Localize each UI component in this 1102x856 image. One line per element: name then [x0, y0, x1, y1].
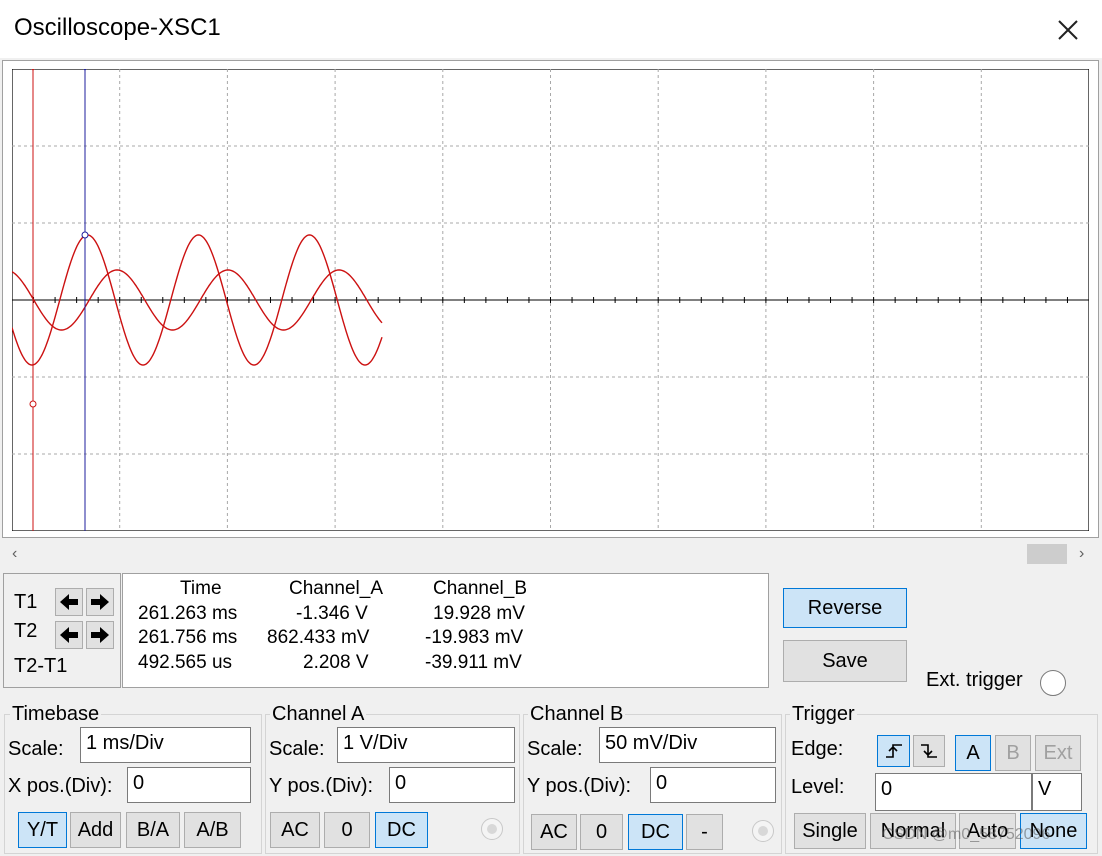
readout-t2-channel-b: -19.983 mV: [425, 627, 524, 648]
close-icon[interactable]: [1050, 12, 1086, 48]
trigger-source-b-button[interactable]: B: [995, 735, 1031, 771]
t2-left-button[interactable]: [55, 621, 83, 649]
mode-yt-button[interactable]: Y/T: [18, 812, 67, 848]
trigger-title: Trigger: [790, 703, 857, 726]
ext-trigger-label: Ext. trigger: [926, 669, 1023, 691]
channel-a-dc-button[interactable]: DC: [375, 812, 428, 848]
window-title: Oscilloscope-XSC1: [14, 14, 221, 41]
mode-ab-button[interactable]: A/B: [184, 812, 241, 848]
channel-b-scale-field[interactable]: 50 mV/Div: [599, 727, 776, 763]
watermark: CSDN @m0_58752096: [882, 826, 1051, 843]
channel-a-terminal: [481, 818, 503, 840]
readout-diff-channel-b: -39.911 mV: [425, 652, 522, 673]
channel-a-scale-label: Scale:: [269, 738, 325, 760]
arrow-right-icon: [91, 594, 109, 610]
trigger-edge-label: Edge:: [791, 738, 844, 760]
channel-a-ypos-label: Y pos.(Div):: [269, 775, 374, 797]
timebase-xpos-label: X pos.(Div):: [8, 775, 113, 797]
channel-a-title: Channel A: [270, 703, 367, 726]
channel-a-zero-button[interactable]: 0: [324, 812, 370, 848]
channel-b-ypos-label: Y pos.(Div):: [527, 775, 632, 797]
arrow-right-icon: [91, 627, 109, 643]
trigger-source-ext-button[interactable]: Ext: [1035, 735, 1081, 771]
readout-t1-channel-a: -1.346 V: [296, 603, 368, 624]
trigger-level-label: Level:: [791, 776, 845, 798]
cursor2-marker: [81, 231, 89, 239]
channel-b-title: Channel B: [528, 703, 626, 726]
t1-label: T1: [14, 591, 38, 613]
mode-ba-button[interactable]: B/A: [126, 812, 180, 848]
t2-label: T2: [14, 620, 38, 642]
scroll-left-icon[interactable]: ‹: [12, 545, 17, 563]
horizontal-scrollbar[interactable]: [2, 541, 1099, 567]
channel-a-ypos-field[interactable]: 0: [389, 767, 515, 803]
arrow-left-icon: [60, 594, 78, 610]
readout-header-channel-b: Channel_B: [433, 578, 528, 599]
channel-b-minus-button[interactable]: -: [686, 814, 723, 850]
readout-diff-channel-a: 2.208 V: [303, 652, 369, 673]
t2-right-button[interactable]: [86, 621, 114, 649]
falling-edge-icon: [921, 744, 937, 758]
readout-t1-time: 261.263 ms: [138, 603, 238, 624]
trigger-source-a-button[interactable]: A: [955, 735, 991, 771]
t1-right-button[interactable]: [86, 588, 114, 616]
ext-trigger-terminal[interactable]: [1040, 670, 1066, 696]
trigger-single-button[interactable]: Single: [794, 813, 866, 849]
scroll-thumb[interactable]: [1027, 544, 1067, 564]
cursor1-marker: [29, 400, 37, 408]
channel-b-scale-label: Scale:: [527, 738, 583, 760]
scroll-right-icon[interactable]: ›: [1079, 545, 1084, 563]
t1-left-button[interactable]: [55, 588, 83, 616]
channel-a-ac-button[interactable]: AC: [270, 812, 320, 848]
channel-b-ac-button[interactable]: AC: [531, 814, 577, 850]
channel-b-dc-button[interactable]: DC: [628, 814, 683, 850]
channel-b-zero-button[interactable]: 0: [580, 814, 623, 850]
channel-a-scale-field[interactable]: 1 V/Div: [337, 727, 515, 763]
mode-add-button[interactable]: Add: [70, 812, 121, 848]
readout-t1-channel-b: 19.928 mV: [433, 603, 525, 624]
readout-header-channel-a: Channel_A: [289, 578, 384, 599]
readout-diff-time: 492.565 us: [138, 652, 233, 673]
trigger-level-unit: V: [1032, 773, 1082, 811]
arrow-left-icon: [60, 627, 78, 643]
timebase-xpos-field[interactable]: 0: [127, 767, 251, 803]
scope-display: [12, 69, 1089, 531]
readout-t2-time: 261.756 ms: [138, 627, 238, 648]
timebase-scale-label: Scale:: [8, 738, 64, 760]
trigger-level-field[interactable]: 0: [875, 773, 1032, 811]
timebase-title: Timebase: [10, 703, 102, 726]
t2-t1-label: T2-T1: [14, 655, 68, 677]
reverse-button[interactable]: Reverse: [783, 588, 907, 628]
rising-edge-button[interactable]: [877, 735, 910, 767]
channel-b-terminal: [752, 820, 774, 842]
save-button[interactable]: Save: [783, 640, 907, 682]
timebase-scale-field[interactable]: 1 ms/Div: [80, 727, 251, 763]
rising-edge-icon: [885, 744, 902, 758]
channel-b-ypos-field[interactable]: 0: [650, 767, 776, 803]
readout-header-time: Time: [180, 578, 222, 599]
readout-t2-channel-a: 862.433 mV: [267, 627, 370, 648]
falling-edge-button[interactable]: [913, 735, 945, 767]
